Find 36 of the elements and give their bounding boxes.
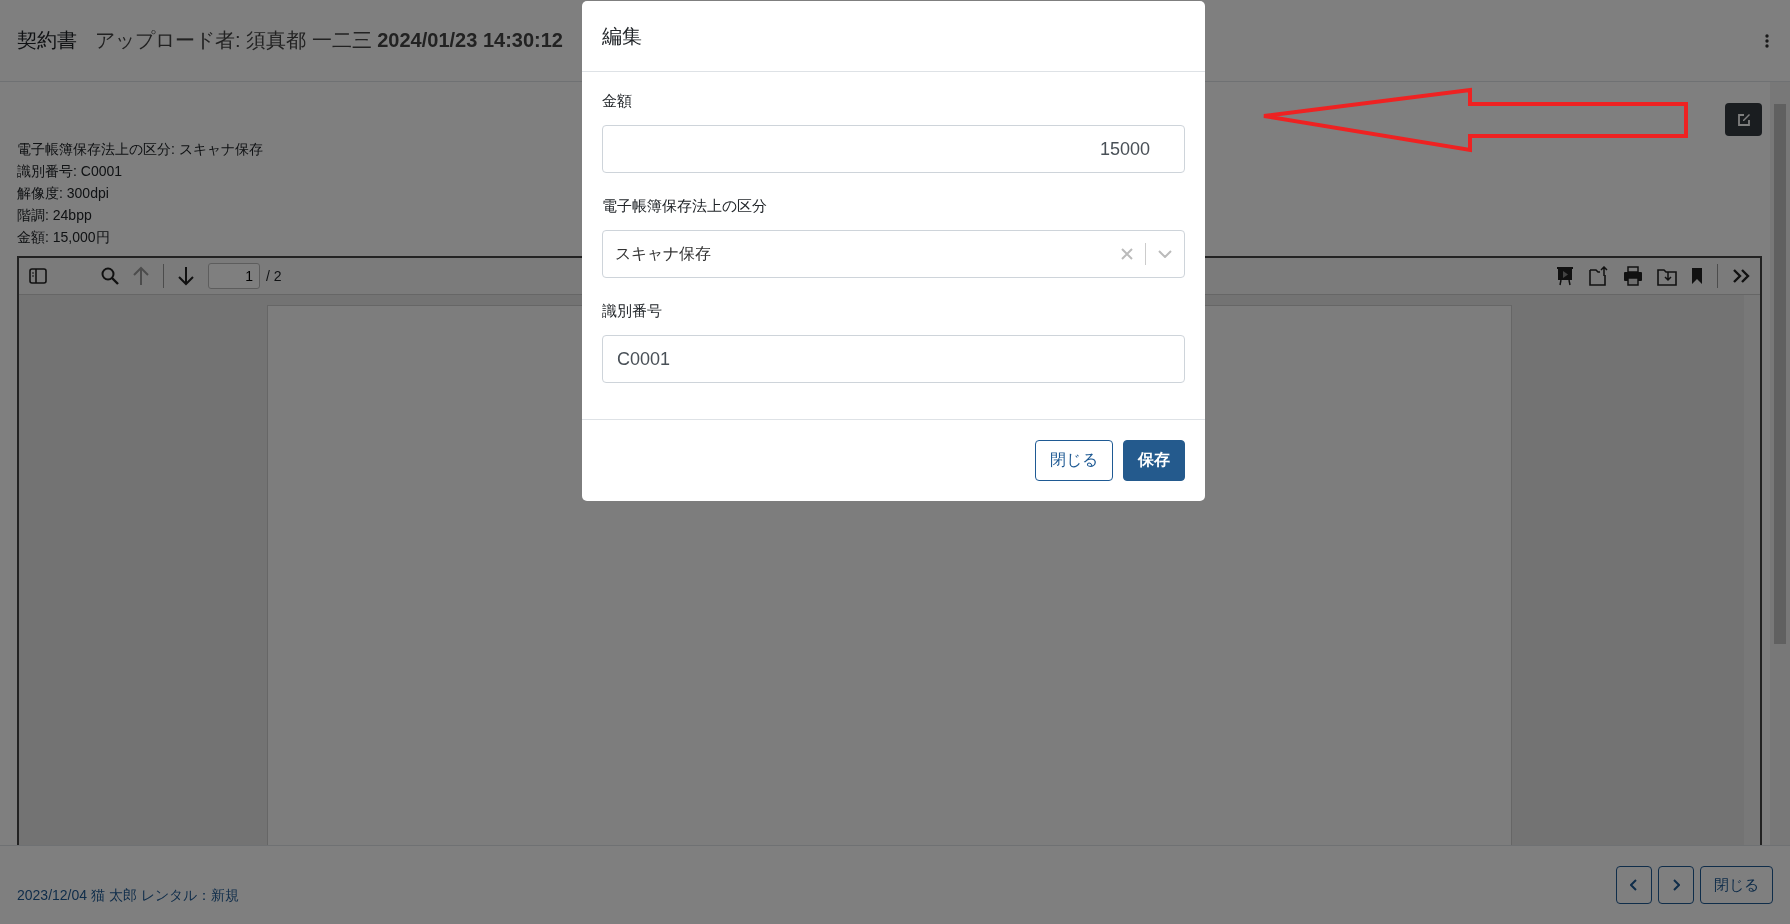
previous-button[interactable] bbox=[1616, 866, 1652, 904]
print-icon[interactable] bbox=[1623, 266, 1643, 286]
save-button[interactable]: 保存 bbox=[1123, 440, 1185, 481]
bookmark-icon[interactable] bbox=[1691, 267, 1703, 285]
scrollbar[interactable] bbox=[1744, 295, 1760, 845]
scrollbar-thumb[interactable] bbox=[1774, 104, 1786, 644]
dialog-title: 編集 bbox=[602, 23, 642, 49]
field-label: 電子帳簿保存法上の区分 bbox=[602, 197, 768, 216]
amount-field[interactable]: 15000 bbox=[602, 125, 1185, 173]
info-line: 識別番号: C0001 bbox=[17, 162, 123, 181]
cancel-button[interactable]: 閉じる bbox=[1035, 440, 1113, 481]
close-button[interactable]: 閉じる bbox=[1700, 866, 1773, 904]
chevron-left-icon bbox=[1630, 879, 1638, 891]
arrow-down-icon[interactable] bbox=[178, 266, 194, 286]
info-line: 金額: 15,000円 bbox=[17, 228, 110, 247]
page-number-field[interactable]: 1 bbox=[208, 263, 260, 289]
info-line: 階調: 24bpp bbox=[17, 206, 92, 225]
id-number-field[interactable]: C0001 bbox=[602, 335, 1185, 383]
presentation-icon[interactable] bbox=[1555, 266, 1575, 286]
record-summary: 2023/12/04 猫 太郎 レンタル：新規 bbox=[17, 887, 239, 905]
folder-upload-icon[interactable] bbox=[1589, 266, 1609, 286]
uploader-info: アップロード者: 須真都 一二三 2024/01/23 14:30:12 bbox=[95, 28, 563, 53]
page-total: / 2 bbox=[266, 268, 282, 284]
search-icon[interactable] bbox=[101, 267, 119, 285]
folder-download-icon[interactable] bbox=[1657, 266, 1677, 286]
edit-button[interactable] bbox=[1725, 103, 1762, 136]
sidebar-toggle-icon[interactable] bbox=[29, 268, 47, 284]
chevron-right-icon bbox=[1672, 879, 1680, 891]
document-title: 契約書 bbox=[17, 28, 77, 53]
info-line: 解像度: 300dpi bbox=[17, 184, 109, 203]
double-chevron-icon[interactable] bbox=[1732, 268, 1750, 284]
edit-icon bbox=[1736, 112, 1751, 127]
info-line: 電子帳簿保存法上の区分: スキャナ保存 bbox=[17, 140, 263, 159]
field-label: 金額 bbox=[602, 92, 633, 111]
field-label: 識別番号 bbox=[602, 302, 663, 321]
next-button[interactable] bbox=[1658, 866, 1694, 904]
